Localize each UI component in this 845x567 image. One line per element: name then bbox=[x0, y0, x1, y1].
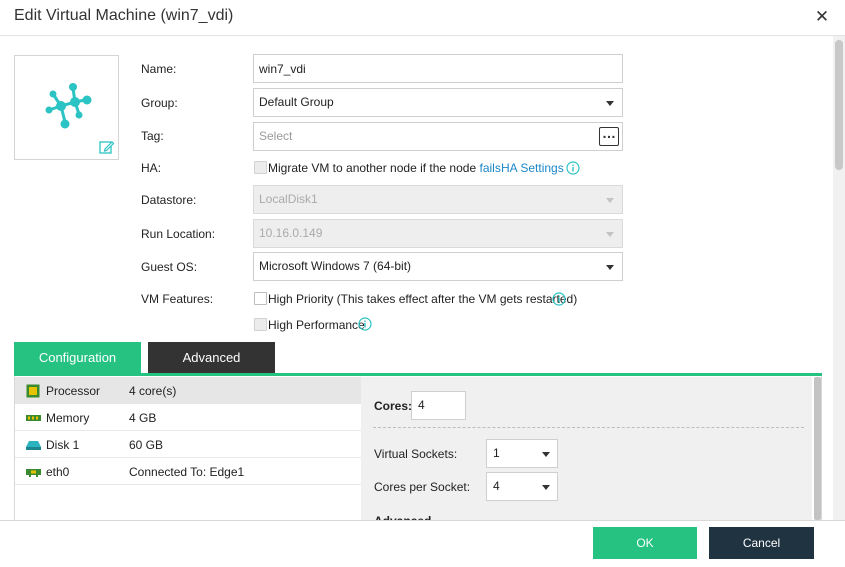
network-icon bbox=[26, 469, 41, 477]
tab-advanced[interactable]: Advanced bbox=[148, 342, 275, 373]
hardware-value: 4 GB bbox=[129, 411, 157, 425]
dialog-scrollbar-thumb[interactable] bbox=[835, 40, 843, 170]
hardware-row-processor[interactable]: Processor 4 core(s) bbox=[15, 377, 361, 404]
cores-per-socket-label: Cores per Socket: bbox=[374, 480, 471, 494]
ha-label: HA: bbox=[141, 161, 162, 175]
ha-description: Migrate VM to another node if the node bbox=[268, 161, 477, 175]
processor-icon bbox=[26, 384, 40, 398]
disk-icon bbox=[26, 441, 41, 450]
group-select[interactable]: Default Group bbox=[253, 88, 623, 117]
hardware-name: Disk 1 bbox=[46, 438, 80, 452]
guest-os-select[interactable]: Microsoft Windows 7 (64-bit) bbox=[253, 252, 623, 281]
group-label: Group: bbox=[141, 96, 178, 110]
info-icon[interactable] bbox=[552, 292, 566, 306]
virtual-sockets-select[interactable]: 1 bbox=[486, 439, 558, 468]
chevron-down-icon bbox=[606, 232, 614, 237]
cores-label: Cores: bbox=[374, 399, 413, 413]
cores-per-socket-select[interactable]: 4 bbox=[486, 472, 558, 501]
hardware-row-memory[interactable]: Memory 4 GB bbox=[15, 404, 361, 431]
detail-scrollbar[interactable] bbox=[814, 377, 821, 520]
ha-checkbox[interactable] bbox=[254, 161, 267, 174]
high-performance-checkbox[interactable] bbox=[254, 318, 267, 331]
edit-icon[interactable] bbox=[99, 140, 114, 154]
datastore-select: LocalDisk1 bbox=[253, 185, 623, 214]
ok-button[interactable]: OK bbox=[593, 527, 697, 559]
tag-label: Tag: bbox=[141, 129, 164, 143]
guest-os-label: Guest OS: bbox=[141, 260, 198, 274]
run-location-value: 10.16.0.149 bbox=[259, 226, 323, 240]
run-location-select: 10.16.0.149 bbox=[253, 219, 623, 248]
cores-per-socket-value: 4 bbox=[493, 479, 500, 493]
hardware-list: Processor 4 core(s) Memory 4 GB Disk 1 6… bbox=[15, 377, 361, 520]
divider bbox=[373, 427, 804, 428]
hardware-value: 60 GB bbox=[129, 438, 164, 452]
memory-icon bbox=[26, 415, 41, 421]
name-label: Name: bbox=[141, 62, 177, 76]
hardware-name: Memory bbox=[46, 411, 90, 425]
more-icon[interactable]: … bbox=[599, 126, 619, 146]
tag-placeholder: Select bbox=[259, 129, 293, 143]
tab-configuration[interactable]: Configuration bbox=[14, 342, 141, 373]
cancel-button[interactable]: Cancel bbox=[709, 527, 814, 559]
hardware-value: 4 core(s) bbox=[129, 384, 177, 398]
guest-os-value: Microsoft Windows 7 (64-bit) bbox=[259, 259, 412, 273]
chevron-down-icon bbox=[606, 265, 614, 270]
chevron-down-icon bbox=[606, 101, 614, 106]
high-priority-text: High Priority (This takes effect after t… bbox=[268, 292, 578, 306]
cores-input[interactable]: 4 bbox=[411, 391, 466, 420]
close-icon[interactable]: ✕ bbox=[813, 8, 831, 26]
vm-network-icon bbox=[45, 83, 92, 129]
hardware-name: eth0 bbox=[46, 465, 70, 479]
hardware-row-disk[interactable]: Disk 1 60 GB bbox=[15, 431, 361, 458]
hardware-value: Connected To: Edge1 bbox=[129, 465, 245, 479]
dialog-title: Edit Virtual Machine (win7_vdi) bbox=[14, 7, 234, 24]
datastore-label: Datastore: bbox=[141, 193, 197, 207]
info-icon[interactable] bbox=[358, 317, 372, 331]
datastore-value: LocalDisk1 bbox=[259, 192, 318, 206]
vm-features-label: VM Features: bbox=[141, 292, 214, 306]
high-priority-checkbox[interactable] bbox=[254, 292, 267, 305]
ha-settings-link[interactable]: HA Settings bbox=[501, 161, 564, 175]
hardware-row-eth0[interactable]: eth0 Connected To: Edge1 bbox=[15, 458, 361, 485]
run-location-label: Run Location: bbox=[141, 227, 216, 241]
high-performance-text: High Performance bbox=[268, 318, 365, 332]
dialog-titlebar: Edit Virtual Machine (win7_vdi) ✕ bbox=[0, 0, 845, 36]
tag-select[interactable]: Select … bbox=[253, 122, 623, 151]
virtual-sockets-label: Virtual Sockets: bbox=[374, 447, 458, 461]
ha-text: Migrate VM to another node if the node f… bbox=[268, 161, 501, 175]
vm-icon-box bbox=[14, 55, 119, 160]
chevron-down-icon bbox=[542, 452, 550, 457]
hardware-name: Processor bbox=[46, 384, 101, 398]
info-icon[interactable] bbox=[566, 161, 580, 175]
chevron-down-icon bbox=[606, 198, 614, 203]
chevron-down-icon bbox=[542, 485, 550, 490]
group-select-value: Default Group bbox=[259, 95, 334, 109]
virtual-sockets-value: 1 bbox=[493, 446, 500, 460]
ha-fails-link[interactable]: fails bbox=[479, 161, 500, 175]
name-input[interactable] bbox=[253, 54, 623, 83]
